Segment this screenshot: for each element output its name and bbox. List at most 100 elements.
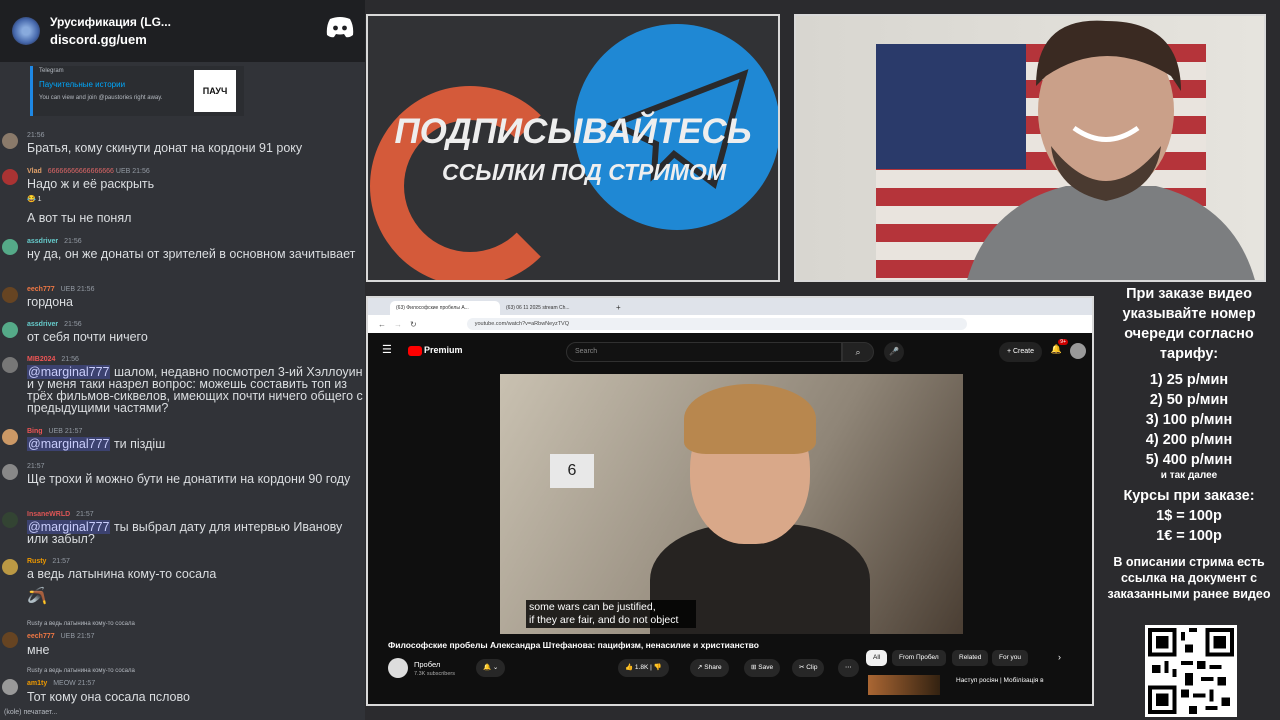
- avatar[interactable]: [1070, 343, 1086, 359]
- message-time: 21:57: [27, 463, 45, 470]
- save-button[interactable]: ⊞ Save: [744, 659, 781, 677]
- browser-tab[interactable]: (63) 06 11 2025 stream Ch...: [500, 301, 610, 315]
- forward-icon[interactable]: →: [394, 320, 402, 329]
- tariff-etc: и так далее: [1160, 470, 1218, 481]
- chevron-right-icon[interactable]: ›: [1058, 652, 1061, 662]
- create-button[interactable]: + Create: [998, 342, 1042, 362]
- avatar: [2, 239, 18, 255]
- message-text: гордона: [27, 295, 74, 309]
- promo-headline: ПОДПИСЫВАЙТЕСЬ: [394, 112, 752, 151]
- username[interactable]: assdriver: [27, 321, 58, 328]
- message-text: от себя почти ничего: [27, 330, 148, 344]
- tariff-item: 5) 400 р/мин: [1145, 452, 1233, 468]
- reply-preview[interactable]: Rusty а ведь латынина кому-то сосала: [27, 621, 135, 627]
- like-button[interactable]: 👍 1.8K | 👎: [618, 659, 669, 677]
- telegram-embed[interactable]: Telegram Паучительные истории You can vi…: [30, 66, 244, 116]
- browser-tabbar: (63) Философские пробелы А... (63) 06 11…: [368, 298, 1092, 315]
- description-note: В описании стрима есть ссылка на докумен…: [1107, 555, 1271, 601]
- tariff-item: 1) 25 р/мин: [1149, 372, 1229, 388]
- message-text: Надо ж и её раскрыть: [27, 177, 155, 191]
- avatar: [2, 322, 18, 338]
- browser-tab[interactable]: (63) Философские пробелы А...: [390, 301, 500, 315]
- order-instructions: При заказе видео указывайте номер очеред…: [1122, 286, 1256, 362]
- subscribe-bell-button[interactable]: 🔔 ⌄: [476, 659, 506, 677]
- reaction[interactable]: 😂 1: [27, 195, 42, 203]
- chip-for-you[interactable]: For you: [992, 650, 1029, 666]
- message-text: @marginal777 ти піздіш: [27, 437, 166, 451]
- message-text: ну да, он же донаты от зрителей в основн…: [27, 247, 356, 261]
- server-logo: [12, 17, 40, 45]
- promo-banner: ПОДПИСЫВАЙТЕСЬ ССЫЛКИ ПОД СТРИМОМ: [366, 14, 780, 282]
- username-extra: 66666666666666666: [47, 168, 114, 175]
- username[interactable]: eech777: [27, 286, 55, 293]
- user-badge: UEB: [115, 168, 131, 175]
- video-title: Философские пробелы Александра Штефанова…: [388, 640, 759, 650]
- message-time: 21:57: [64, 428, 83, 435]
- message-time: 21:56: [132, 168, 150, 175]
- browser-window: (63) Философские пробелы А... (63) 06 11…: [366, 296, 1094, 706]
- tariff-list: 1) 25 р/мин 2) 50 р/мин 3) 100 р/мин 4) …: [1104, 370, 1274, 470]
- chip-related[interactable]: Related: [952, 650, 989, 666]
- user-mention[interactable]: @marginal777: [27, 437, 111, 451]
- promo-subline: ССЫЛКИ ПОД СТРИМОМ: [442, 159, 727, 185]
- qr-code: [1145, 625, 1237, 717]
- invite-link[interactable]: discord.gg/uem: [50, 31, 171, 49]
- youtube-header: ☰ Premium Search ⌕ 🎤 + Create 🔔 9+: [368, 333, 1092, 369]
- username[interactable]: InsaneWRLD: [27, 511, 70, 518]
- message-text: мне: [27, 643, 50, 657]
- message-text: @marginal777 ты выбрал дату для интервью…: [27, 520, 343, 546]
- chip-from-channel[interactable]: From Пробел: [892, 650, 946, 666]
- username[interactable]: assdriver: [27, 238, 58, 245]
- youtube-logo[interactable]: Premium: [408, 345, 463, 356]
- sticker-icon: 🪃: [27, 588, 47, 605]
- video-player[interactable]: 6 some wars can be justified, if they ar…: [500, 374, 963, 634]
- avatar: [2, 357, 18, 373]
- back-icon[interactable]: ←: [378, 320, 386, 329]
- username[interactable]: eech777: [27, 633, 55, 640]
- message-time: 21:56: [27, 132, 45, 139]
- username[interactable]: am1ty: [27, 680, 47, 687]
- tariff-item: 2) 50 р/мин: [1149, 392, 1229, 408]
- embed-thumbnail: ПАУЧ: [194, 70, 236, 112]
- mic-icon[interactable]: 🎤: [884, 342, 904, 362]
- channel-name[interactable]: Пробел: [414, 660, 440, 669]
- rates-title: Курсы при заказе:: [1123, 488, 1255, 504]
- avatar: [2, 464, 18, 480]
- new-tab-icon[interactable]: +: [616, 303, 621, 315]
- message-text: а ведь латынина кому-то сосала: [27, 567, 217, 581]
- typing-indicator: (kole) печатает...: [4, 709, 58, 716]
- user-badge: UEB: [60, 286, 75, 293]
- message-time: 21:57: [77, 680, 96, 687]
- server-name: Урусификация (LG...: [50, 15, 171, 29]
- recommended-thumbnail[interactable]: [868, 675, 940, 695]
- clip-button[interactable]: ✂ Clip: [792, 659, 825, 677]
- menu-icon[interactable]: ☰: [382, 343, 392, 356]
- reply-preview[interactable]: Rusty а ведь латынина кому-то сосала: [27, 668, 135, 674]
- search-input[interactable]: Search: [566, 342, 842, 362]
- message-time: 21:56: [61, 356, 79, 363]
- reload-icon[interactable]: ↻: [410, 320, 417, 329]
- search-icon[interactable]: ⌕: [842, 342, 874, 362]
- avatar: [2, 679, 18, 695]
- username[interactable]: Vlad: [27, 168, 42, 175]
- rate-item: 1$ = 100р: [1156, 508, 1222, 524]
- username[interactable]: Rusty: [27, 558, 46, 565]
- bell-icon[interactable]: 🔔: [1051, 344, 1062, 355]
- avatar: [2, 559, 18, 575]
- message-text: @marginal777 шалом, недавно посмотрел 3-…: [27, 365, 363, 415]
- address-bar: ← → ↻ youtube.com/watch?v=aRbwNeyzTVQ: [368, 315, 1092, 333]
- more-button[interactable]: ⋯: [838, 659, 859, 677]
- chip-all[interactable]: All: [866, 650, 888, 666]
- username[interactable]: MIB2024: [27, 356, 55, 363]
- url-input[interactable]: youtube.com/watch?v=aRbwNeyzTVQ: [466, 318, 967, 330]
- user-badge: UEB: [48, 428, 63, 435]
- discord-icon: [326, 17, 354, 38]
- streamer: [967, 20, 1255, 280]
- channel-avatar[interactable]: [388, 658, 408, 678]
- share-button[interactable]: ↗ Share: [690, 659, 729, 677]
- username[interactable]: Bing: [27, 428, 43, 435]
- webcam-feed: [794, 14, 1266, 282]
- recommended-title[interactable]: Наступ росіян | Мобілізація в: [956, 677, 1044, 684]
- avatar: [2, 429, 18, 445]
- rate-item: 1€ = 100р: [1156, 528, 1222, 544]
